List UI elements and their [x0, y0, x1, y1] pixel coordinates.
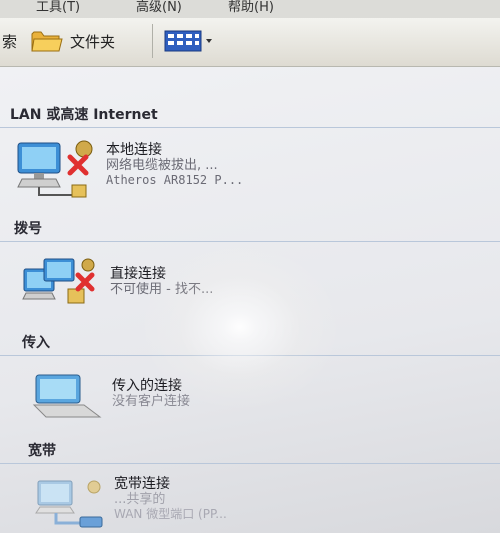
group-header-dialup-text: 拨号: [14, 221, 42, 237]
connection-item-broadband[interactable]: 宽带连接 ...共享的 WAN 微型端口 (PP...: [0, 471, 500, 533]
connections-list: LAN 或高速 Internet 本地连接 网络电缆被拔出, ... Ather…: [0, 67, 500, 533]
menu-help[interactable]: 帮助(H): [228, 0, 274, 15]
connection-name: 直接连接: [110, 266, 166, 282]
incoming-connections-icon: [32, 374, 102, 418]
group-header-broadband: 宽带: [0, 437, 500, 464]
menu-bar: 工具(T) 高级(N) 帮助(H): [0, 0, 500, 18]
connection-name: 宽带连接: [114, 476, 170, 492]
toolbar-separator: [152, 24, 153, 58]
broadband-connection-icon: [35, 480, 103, 528]
folder-icon: [31, 31, 63, 52]
connection-status: 网络电缆被拔出, ...: [106, 158, 218, 173]
lan-connection-disconnected-icon: [17, 140, 93, 198]
group-header-lan: LAN 或高速 Internet: [0, 89, 500, 128]
menu-advanced[interactable]: 高级(N): [136, 0, 182, 15]
toolbar: 索 文件夹: [0, 18, 500, 67]
group-header-dialup: 拨号: [0, 217, 500, 242]
connection-item-local[interactable]: 本地连接 网络电缆被拔出, ... Atheros AR8152 P...: [0, 135, 500, 205]
search-label: 索: [2, 32, 18, 51]
connection-name: 传入的连接: [112, 378, 182, 394]
connection-item-incoming[interactable]: 传入的连接 没有客户连接: [0, 365, 500, 431]
views-button[interactable]: [164, 24, 214, 58]
folders-button[interactable]: 文件夹: [30, 24, 115, 58]
menu-tools[interactable]: 工具(T): [36, 0, 80, 15]
error-x-icon: [67, 154, 89, 176]
connection-name: 本地连接: [106, 142, 162, 158]
search-button[interactable]: 索: [0, 24, 17, 58]
connection-status: 不可使用 - 找不...: [110, 282, 214, 297]
connection-status: 没有客户连接: [112, 394, 191, 409]
connection-device: Atheros AR8152 P...: [106, 173, 244, 187]
folders-label: 文件夹: [70, 32, 116, 51]
group-header-incoming-text: 传入: [22, 335, 50, 351]
direct-connection-unavailable-icon: [22, 258, 95, 304]
error-x-icon: [75, 272, 95, 292]
group-header-incoming: 传入: [0, 329, 500, 356]
connection-item-direct[interactable]: 直接连接 不可使用 - 找不...: [0, 251, 500, 317]
chevron-down-icon: [206, 39, 212, 43]
group-header-lan-text: LAN 或高速 Internet: [10, 107, 158, 123]
views-grid-icon: [164, 30, 212, 52]
connection-device: WAN 微型端口 (PP...: [114, 507, 227, 521]
connection-status: ...共享的: [114, 492, 166, 507]
group-header-broadband-text: 宽带: [28, 443, 56, 459]
